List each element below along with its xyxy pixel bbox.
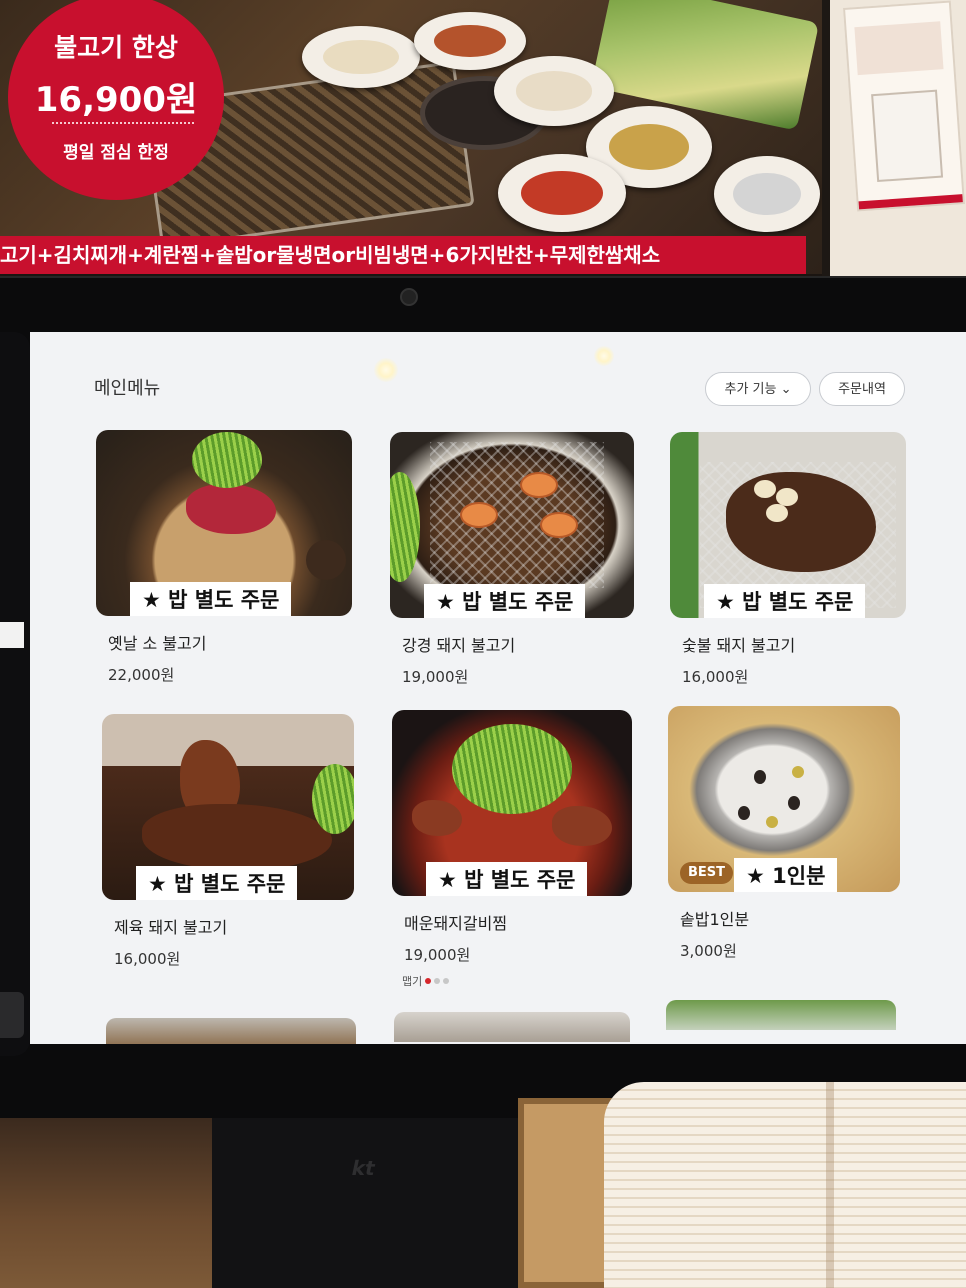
menu-card[interactable]: ★ 밥 별도 주문 옛날 소 불고기 22,000원 [96,430,352,685]
shrimp-image [540,512,578,538]
promo-price: 16,900원 [34,80,198,120]
shrimp-image [460,502,498,528]
menu-card[interactable]: BEST ★ 1인분 솥밥1인분 3,000원 [668,706,900,961]
side-dish-image [306,540,346,580]
single-serving-tag: ★ 1인분 [734,858,838,892]
section-title: 메인메뉴 [94,378,161,399]
spicy-level: 맵기 [402,973,632,989]
scallion-image [192,432,262,488]
menu-price: 3,000원 [680,942,737,960]
wall-flyer [843,0,965,212]
grill-net [430,442,604,588]
chestnut-image [792,766,804,778]
rice-separate-tag: ★ 밥 별도 주문 [704,584,866,618]
kiosk-screen: 메인메뉴 추가 기능 ⌄ 주문내역 ★ 밥 별도 주문 옛날 소 불고기 22,… [30,332,966,1044]
camera-icon [400,288,418,306]
menu-image: ★ 밥 별도 주문 [390,432,634,618]
menu-price: 19,000원 [402,668,469,686]
order-history-button[interactable]: 주문내역 [819,372,905,406]
menu-card-peek[interactable] [394,1012,630,1042]
menu-card[interactable]: ★ 밥 별도 주문 숯불 돼지 불고기 16,000원 [670,432,906,687]
shrimp-image [520,472,558,498]
more-features-label: 추가 기능 [724,382,777,397]
rice-separate-tag: ★ 밥 별도 주문 [136,866,298,900]
menu-card-peek[interactable] [106,1018,356,1044]
stand-logo: kt [349,1156,378,1180]
garlic-image [754,480,776,498]
light-glare [594,346,614,366]
menu-image: ★ 밥 별도 주문 [96,430,352,616]
menu-price: 16,000원 [682,668,749,686]
chestnut-image [766,816,778,828]
menu-image: BEST ★ 1인분 [668,706,900,892]
side-dish-image [498,154,626,232]
menu-price: 22,000원 [108,666,175,684]
wall [822,0,966,276]
best-badge: BEST [680,862,734,884]
card-slot [0,622,24,648]
promo-note: 평일 점심 한정 [63,143,169,163]
kiosk-stand: kt [212,1118,518,1288]
bean-image [738,806,750,820]
side-dish-image [494,56,614,126]
promo-divider [52,122,194,124]
lettuce-image [390,472,420,582]
lettuce-image [312,764,354,834]
menu-name: 강경 돼지 불고기 [402,636,516,655]
more-features-button[interactable]: 추가 기능 ⌄ [705,372,811,406]
side-device [0,332,30,1056]
spicy-label: 맵기 [402,975,423,988]
rice-separate-tag: ★ 밥 별도 주문 [130,582,292,616]
device-button [0,992,24,1038]
chevron-down-icon: ⌄ [780,382,792,397]
rice-separate-tag: ★ 밥 별도 주문 [424,584,586,618]
menu-name: 옛날 소 불고기 [108,634,207,653]
light-glare [374,358,398,382]
side-dish-image [414,12,526,70]
flyer-bag-image [871,89,944,183]
bean-image [754,770,766,784]
promo-badge: 불고기 한상 16,900원 평일 점심 한정 [8,0,224,200]
menu-image: ★ 밥 별도 주문 [392,710,632,896]
menu-card[interactable]: ★ 밥 별도 주문 매운돼지갈비찜 19,000원 맵기 [392,710,632,989]
menu-image: ★ 밥 별도 주문 [102,714,354,900]
side-dish-image [302,26,420,88]
promo-strip: 고기+김치찌개+계란찜+솥밥or물냉면or비빔냉면+6가지반찬+무제한쌈채소 [0,236,806,274]
pork-image [142,804,332,870]
menu-card[interactable]: ★ 밥 별도 주문 강경 돼지 불고기 19,000원 [390,432,634,687]
scallion-image [452,724,572,814]
menu-price: 16,000원 [114,950,181,968]
menu-image: ★ 밥 별도 주문 [670,432,906,618]
bean-image [788,796,800,810]
spicy-dot [434,978,441,984]
paper-cups-stack [604,1082,966,1288]
promo-poster: 불고기 한상 16,900원 평일 점심 한정 고기+김치찌개+계란찜+솥밥or… [0,0,822,274]
menu-name: 솥밥1인분 [680,910,750,929]
floor [0,1118,212,1288]
flyer-stripe [858,194,963,210]
flyer-header [854,21,944,76]
rice-separate-tag: ★ 밥 별도 주문 [426,862,588,896]
menu-price: 19,000원 [404,946,471,964]
promo-title: 불고기 한상 [54,33,178,62]
menu-name: 숯불 돼지 불고기 [682,636,796,655]
garlic-image [766,504,788,522]
spicy-dot [443,978,450,984]
rib-image [552,806,612,846]
menu-name: 매운돼지갈비찜 [404,914,508,933]
menu-card-peek[interactable] [666,1000,896,1030]
spicy-dot [425,978,432,984]
menu-card[interactable]: ★ 밥 별도 주문 제육 돼지 불고기 16,000원 [102,714,354,969]
menu-name: 제육 돼지 불고기 [114,918,228,937]
rib-image [412,800,462,836]
beef-image [186,484,276,534]
side-dish-image [714,156,820,232]
